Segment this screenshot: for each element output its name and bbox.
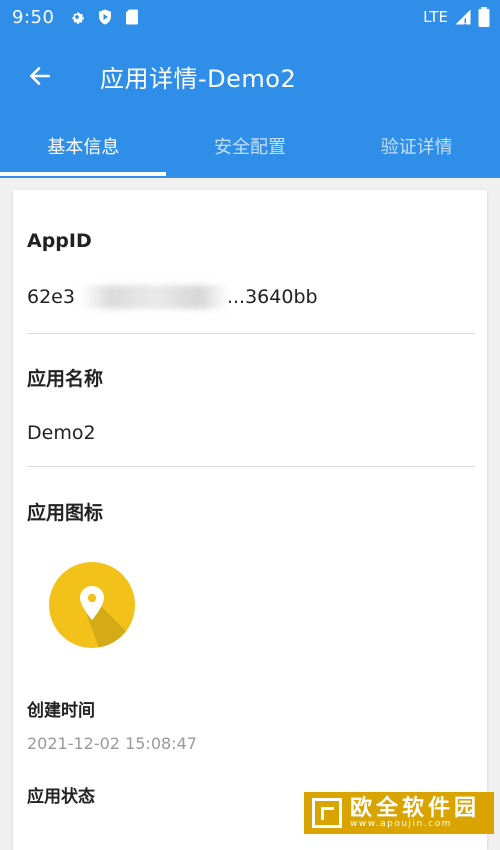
network-type: LTE <box>423 8 448 26</box>
page-title: 应用详情-Demo2 <box>100 64 297 93</box>
tab-bar: 基本信息 安全配置 验证详情 <box>0 118 500 174</box>
sd-card-icon <box>126 9 139 25</box>
created-time-label: 创建时间 <box>27 701 95 721</box>
status-right: LTE <box>423 7 490 27</box>
appid-suffix: ...3640bb <box>226 286 318 308</box>
status-bar: 9:50 LTE <box>0 0 500 34</box>
divider <box>27 466 475 467</box>
redaction-mask <box>81 285 229 309</box>
toolbar: 应用详情-Demo2 <box>0 44 500 108</box>
divider <box>27 333 475 334</box>
tab-basic-info[interactable]: 基本信息 <box>0 118 167 174</box>
shield-play-icon <box>99 9 112 25</box>
created-time-value: 2021-12-02 15:08:47 <box>27 734 197 753</box>
watermark: 欧全软件园 www.apoujin.com <box>304 792 494 834</box>
watermark-brand: 欧全软件园 <box>350 795 481 821</box>
appname-value: Demo2 <box>27 422 96 444</box>
signal-icon <box>455 9 471 25</box>
tab-indicator <box>0 172 166 176</box>
status-icons-left <box>68 8 140 26</box>
app-bar: 9:50 LTE 应用详情-Demo2 基本信息 安全配置 验证详情 <box>0 0 500 178</box>
status-time: 9:50 <box>12 6 55 28</box>
back-button[interactable] <box>20 56 60 96</box>
appid-prefix: 62e3 <box>27 286 75 308</box>
watermark-logo-icon <box>312 798 342 828</box>
app-icon <box>49 562 135 648</box>
appicon-label: 应用图标 <box>27 502 104 524</box>
battery-icon <box>478 7 490 27</box>
location-pin-icon <box>80 586 135 648</box>
app-status-label: 应用状态 <box>27 787 95 807</box>
tab-verification-details[interactable]: 验证详情 <box>333 118 500 174</box>
details-card: AppID 62e3 ...3640bb 应用名称 Demo2 应用图标 创建时间… <box>13 190 487 850</box>
tab-security-config[interactable]: 安全配置 <box>167 118 334 174</box>
watermark-text: 欧全软件园 www.apoujin.com <box>350 797 480 830</box>
watermark-url: www.apoujin.com <box>350 818 452 829</box>
arrow-left-icon <box>30 67 50 85</box>
appname-label: 应用名称 <box>27 368 104 390</box>
settings-icon <box>72 12 85 24</box>
appid-label: AppID <box>27 230 92 252</box>
